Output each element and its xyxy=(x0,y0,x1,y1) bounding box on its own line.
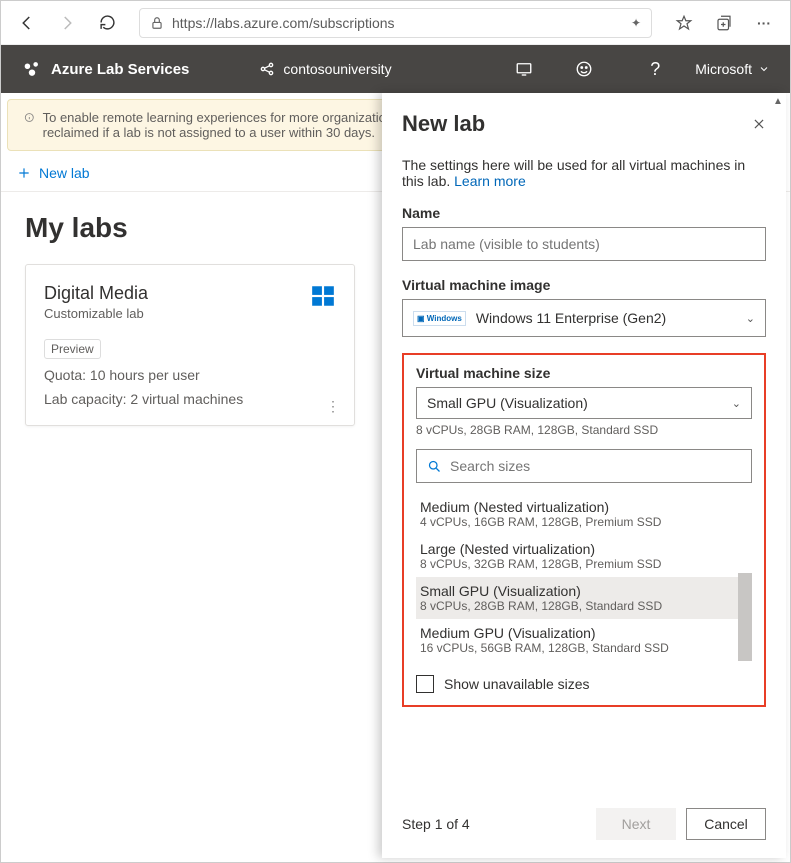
more-icon[interactable]: ··· xyxy=(750,9,778,37)
vm-image-select[interactable]: ▣ Windows Windows 11 Enterprise (Gen2) ⌄ xyxy=(402,299,766,337)
info-icon xyxy=(24,110,35,125)
address-bar[interactable]: https://labs.azure.com/subscriptions ✦ xyxy=(139,8,652,38)
size-search-input[interactable] xyxy=(450,458,741,474)
show-unavailable-label: Show unavailable sizes xyxy=(444,676,590,692)
panel-title: New lab xyxy=(402,111,752,137)
user-name: Microsoft xyxy=(695,61,752,77)
windows-icon xyxy=(310,283,336,309)
search-icon xyxy=(427,459,442,474)
close-button[interactable] xyxy=(752,117,766,131)
new-lab-button[interactable]: New lab xyxy=(17,165,90,181)
vm-size-section: Virtual machine size Small GPU (Visualiz… xyxy=(402,353,766,707)
show-unavailable-row[interactable]: Show unavailable sizes xyxy=(416,675,752,693)
tenant-name: contosouniversity xyxy=(283,61,391,77)
image-value: Windows 11 Enterprise (Gen2) xyxy=(476,310,666,326)
lab-name-input[interactable] xyxy=(402,227,766,261)
lab-card[interactable]: Digital Media Customizable lab Preview Q… xyxy=(25,264,355,426)
size-option-spec: 4 vCPUs, 16GB RAM, 128GB, Premium SSD xyxy=(420,515,748,529)
size-option-name: Medium GPU (Visualization) xyxy=(420,625,748,641)
quota-line: Quota: 10 hours per user xyxy=(44,367,336,383)
brand[interactable]: Azure Lab Services xyxy=(21,58,189,80)
size-option[interactable]: Medium GPU (Visualization)16 vCPUs, 56GB… xyxy=(416,619,752,661)
size-option-name: Small GPU (Visualization) xyxy=(420,583,748,599)
preview-badge: Preview xyxy=(44,339,101,359)
plus-icon xyxy=(17,166,31,180)
card-subtitle: Customizable lab xyxy=(44,306,336,321)
share-icon xyxy=(259,61,275,77)
cancel-button[interactable]: Cancel xyxy=(686,808,766,840)
new-lab-panel: ▲ New lab The settings here will be used… xyxy=(382,93,786,858)
size-option-name: Medium (Nested virtualization) xyxy=(420,499,748,515)
app-header: Azure Lab Services contosouniversity ? M… xyxy=(1,45,790,93)
lock-icon xyxy=(150,16,164,30)
logo-icon xyxy=(21,58,43,80)
scroll-thumb[interactable] xyxy=(738,573,752,661)
favorites-icon[interactable] xyxy=(670,9,698,37)
panel-scrollbar[interactable]: ▲ xyxy=(770,93,786,828)
size-option[interactable]: Large (Nested virtualization)8 vCPUs, 32… xyxy=(416,535,752,577)
size-option-spec: 16 vCPUs, 56GB RAM, 128GB, Standard SSD xyxy=(420,641,748,655)
refresh-button[interactable] xyxy=(93,9,121,37)
size-option-name: Large (Nested virtualization) xyxy=(420,541,748,557)
size-selected: Small GPU (Visualization) xyxy=(427,395,588,411)
chevron-down-icon xyxy=(758,63,770,75)
brand-text: Azure Lab Services xyxy=(51,61,189,78)
step-indicator: Step 1 of 4 xyxy=(402,816,586,832)
panel-description: The settings here will be used for all v… xyxy=(402,157,766,189)
help-icon[interactable]: ? xyxy=(635,59,675,80)
browser-toolbar: https://labs.azure.com/subscriptions ✦ ·… xyxy=(1,1,790,45)
new-lab-label: New lab xyxy=(39,165,90,181)
scroll-up-icon[interactable]: ▲ xyxy=(770,93,786,109)
card-title: Digital Media xyxy=(44,283,336,304)
forward-button[interactable] xyxy=(53,9,81,37)
collections-icon[interactable] xyxy=(710,9,738,37)
chevron-down-icon: ⌄ xyxy=(732,397,741,410)
name-label: Name xyxy=(402,205,766,221)
capacity-line: Lab capacity: 2 virtual machines xyxy=(44,391,336,407)
size-option-spec: 8 vCPUs, 28GB RAM, 128GB, Standard SSD xyxy=(420,599,748,613)
size-option-spec: 8 vCPUs, 32GB RAM, 128GB, Premium SSD xyxy=(420,557,748,571)
windows-badge: ▣ Windows xyxy=(413,311,466,326)
next-button[interactable]: Next xyxy=(596,808,676,840)
chevron-down-icon: ⌄ xyxy=(746,312,755,325)
size-list: Medium (Nested virtualization)4 vCPUs, 1… xyxy=(416,493,752,661)
back-button[interactable] xyxy=(13,9,41,37)
size-option[interactable]: Medium (Nested virtualization)4 vCPUs, 1… xyxy=(416,493,752,535)
size-search[interactable] xyxy=(416,449,752,483)
size-option[interactable]: Small GPU (Visualization)8 vCPUs, 28GB R… xyxy=(416,577,752,619)
feedback-icon[interactable] xyxy=(575,60,615,78)
user-menu[interactable]: Microsoft xyxy=(695,61,770,77)
url-text: https://labs.azure.com/subscriptions xyxy=(172,15,623,31)
close-icon xyxy=(752,117,766,131)
vm-size-select[interactable]: Small GPU (Visualization) ⌄ xyxy=(416,387,752,419)
panel-footer: Step 1 of 4 Next Cancel xyxy=(382,798,786,858)
size-selected-spec: 8 vCPUs, 28GB RAM, 128GB, Standard SSD xyxy=(416,423,752,437)
learn-more-link[interactable]: Learn more xyxy=(454,173,526,189)
monitor-icon[interactable] xyxy=(515,60,555,78)
image-label: Virtual machine image xyxy=(402,277,766,293)
checkbox[interactable] xyxy=(416,675,434,693)
size-label: Virtual machine size xyxy=(416,365,752,381)
tenant-switcher[interactable]: contosouniversity xyxy=(259,61,391,77)
card-more-icon[interactable]: ⋮ xyxy=(326,398,340,415)
reader-icon[interactable]: ✦ xyxy=(631,16,641,30)
